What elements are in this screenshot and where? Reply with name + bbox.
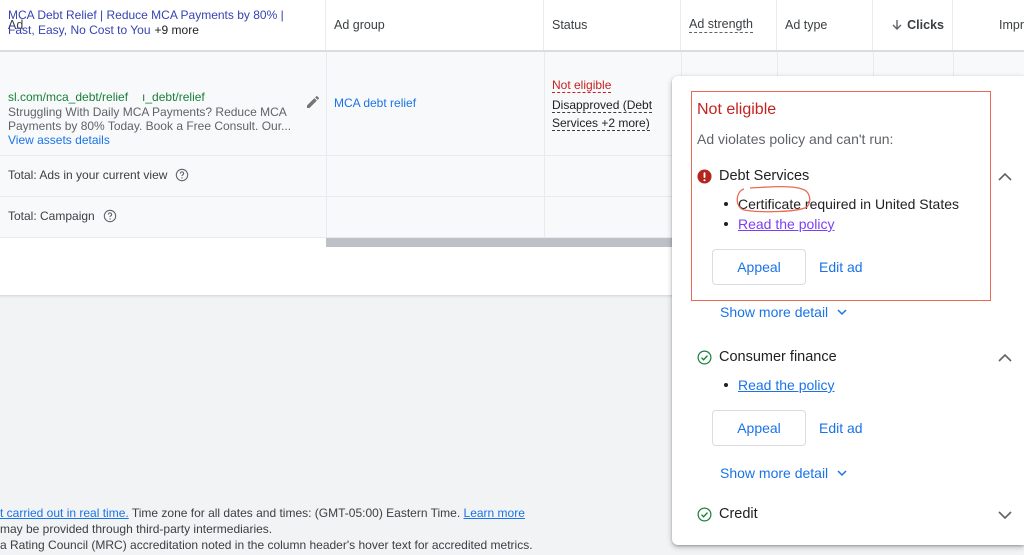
horizontal-scrollbar[interactable] bbox=[326, 238, 676, 247]
section-title: Consumer finance bbox=[719, 349, 837, 365]
column-label: Ad strength bbox=[689, 17, 753, 33]
read-policy-link[interactable]: Read the policy bbox=[738, 216, 835, 232]
policy-section-consumer-finance[interactable]: Consumer finance bbox=[697, 349, 837, 365]
cell-divider bbox=[326, 52, 327, 155]
chevron-down-icon bbox=[837, 470, 847, 477]
edit-ad-button[interactable]: Edit ad bbox=[819, 259, 863, 275]
show-more-detail-button[interactable]: Show more detail bbox=[720, 304, 848, 320]
policy-section-credit[interactable]: Credit bbox=[697, 506, 758, 522]
total-label: Total: Campaign bbox=[8, 209, 117, 223]
section-title: Debt Services bbox=[719, 168, 810, 184]
cell-divider bbox=[544, 156, 545, 196]
cell-divider bbox=[544, 197, 545, 237]
total-label: Total: Ads in your current view bbox=[8, 168, 189, 182]
ad-description: Struggling With Daily MCA Payments? Redu… bbox=[8, 105, 292, 133]
ad-headline-text[interactable]: MCA Debt Relief | Reduce MCA Payments by… bbox=[8, 8, 284, 37]
footer-notes: t carried out in real time. Time zone fo… bbox=[0, 505, 533, 553]
edit-ad-button[interactable]: Edit ad bbox=[819, 420, 863, 436]
ad-display-url: sl.com/mca_debt/relief ı_debt/relief bbox=[8, 90, 205, 104]
display-url-1: sl.com/mca_debt/relief bbox=[8, 90, 129, 104]
check-circle-icon bbox=[697, 507, 712, 521]
show-more-label: Show more detail bbox=[720, 465, 829, 481]
section-title: Credit bbox=[719, 506, 758, 522]
real-time-link[interactable]: t carried out in real time. bbox=[0, 506, 129, 520]
column-header-clicks[interactable]: Clicks bbox=[873, 0, 953, 50]
error-icon bbox=[697, 168, 712, 184]
show-more-detail-button[interactable]: Show more detail bbox=[720, 465, 848, 481]
column-label: Clicks bbox=[907, 18, 944, 32]
help-icon[interactable] bbox=[175, 168, 189, 182]
annotation-circle bbox=[736, 185, 811, 213]
timezone-text: Time zone for all dates and times: (GMT-… bbox=[128, 506, 464, 520]
column-label: Impr bbox=[999, 18, 1024, 32]
column-header-status[interactable]: Status bbox=[544, 0, 681, 50]
popup-title: Not eligible bbox=[697, 101, 777, 118]
column-header-ad-type[interactable]: Ad type bbox=[777, 0, 873, 50]
policy-link-item: Read the policy bbox=[724, 214, 959, 234]
cell-divider bbox=[326, 197, 327, 237]
column-header-impressions[interactable]: Impr bbox=[953, 0, 1024, 50]
column-header-ad-strength[interactable]: Ad strength bbox=[681, 0, 777, 50]
policy-section-debt-services[interactable]: Debt Services bbox=[697, 168, 809, 184]
policy-details-popup: Not eligible Ad violates policy and can'… bbox=[672, 76, 1024, 545]
show-more-label: Show more detail bbox=[720, 304, 829, 320]
footer-line-2: may be provided through third-party inte… bbox=[0, 522, 273, 536]
policy-bullets: Read the policy bbox=[724, 375, 835, 395]
footer-line-3: a Rating Council (MRC) accreditation not… bbox=[0, 538, 533, 552]
footer-line-1: t carried out in real time. Time zone fo… bbox=[0, 505, 533, 521]
appeal-button[interactable]: Appeal bbox=[712, 410, 806, 446]
help-icon[interactable] bbox=[103, 209, 117, 223]
column-label: Ad group bbox=[334, 18, 385, 32]
appeal-button[interactable]: Appeal bbox=[712, 249, 806, 285]
chevron-up-icon[interactable] bbox=[996, 349, 1014, 367]
chevron-down-icon bbox=[837, 309, 847, 316]
popup-subtitle: Ad violates policy and can't run: bbox=[697, 131, 894, 147]
status-not-eligible[interactable]: Not eligible bbox=[552, 78, 612, 93]
status-detail[interactable]: Disapproved (Debt Services +2 more) bbox=[552, 96, 660, 132]
cell-divider bbox=[544, 52, 545, 155]
total-campaign-label: Total: Campaign bbox=[8, 209, 95, 223]
read-policy-link[interactable]: Read the policy bbox=[738, 377, 835, 393]
ad-group-link[interactable]: MCA debt relief bbox=[334, 96, 416, 110]
column-label: Ad type bbox=[785, 18, 828, 32]
page: Ad Ad group Status Ad strength Ad type C… bbox=[0, 0, 1024, 555]
check-circle-icon bbox=[697, 350, 712, 364]
view-assets-details-link[interactable]: View assets details bbox=[8, 133, 110, 147]
sort-arrow-down-icon bbox=[892, 20, 902, 30]
headline-more-count: +9 more bbox=[154, 23, 199, 37]
chevron-up-icon[interactable] bbox=[996, 168, 1014, 186]
learn-more-link[interactable]: Learn more bbox=[464, 506, 525, 520]
display-url-2: ı_debt/relief bbox=[142, 90, 205, 104]
chevron-down-icon[interactable] bbox=[996, 506, 1014, 524]
edit-pencil-icon[interactable] bbox=[305, 94, 321, 110]
policy-link-item: Read the policy bbox=[724, 375, 835, 395]
ad-headline[interactable]: MCA Debt Relief | Reduce MCA Payments by… bbox=[8, 8, 298, 38]
status-detail-text[interactable]: Disapproved (Debt Services +2 more) bbox=[552, 98, 653, 131]
column-label: Status bbox=[552, 18, 588, 32]
cell-divider bbox=[326, 156, 327, 196]
column-header-ad-group[interactable]: Ad group bbox=[326, 0, 544, 50]
total-ads-view-label: Total: Ads in your current view bbox=[8, 168, 168, 182]
